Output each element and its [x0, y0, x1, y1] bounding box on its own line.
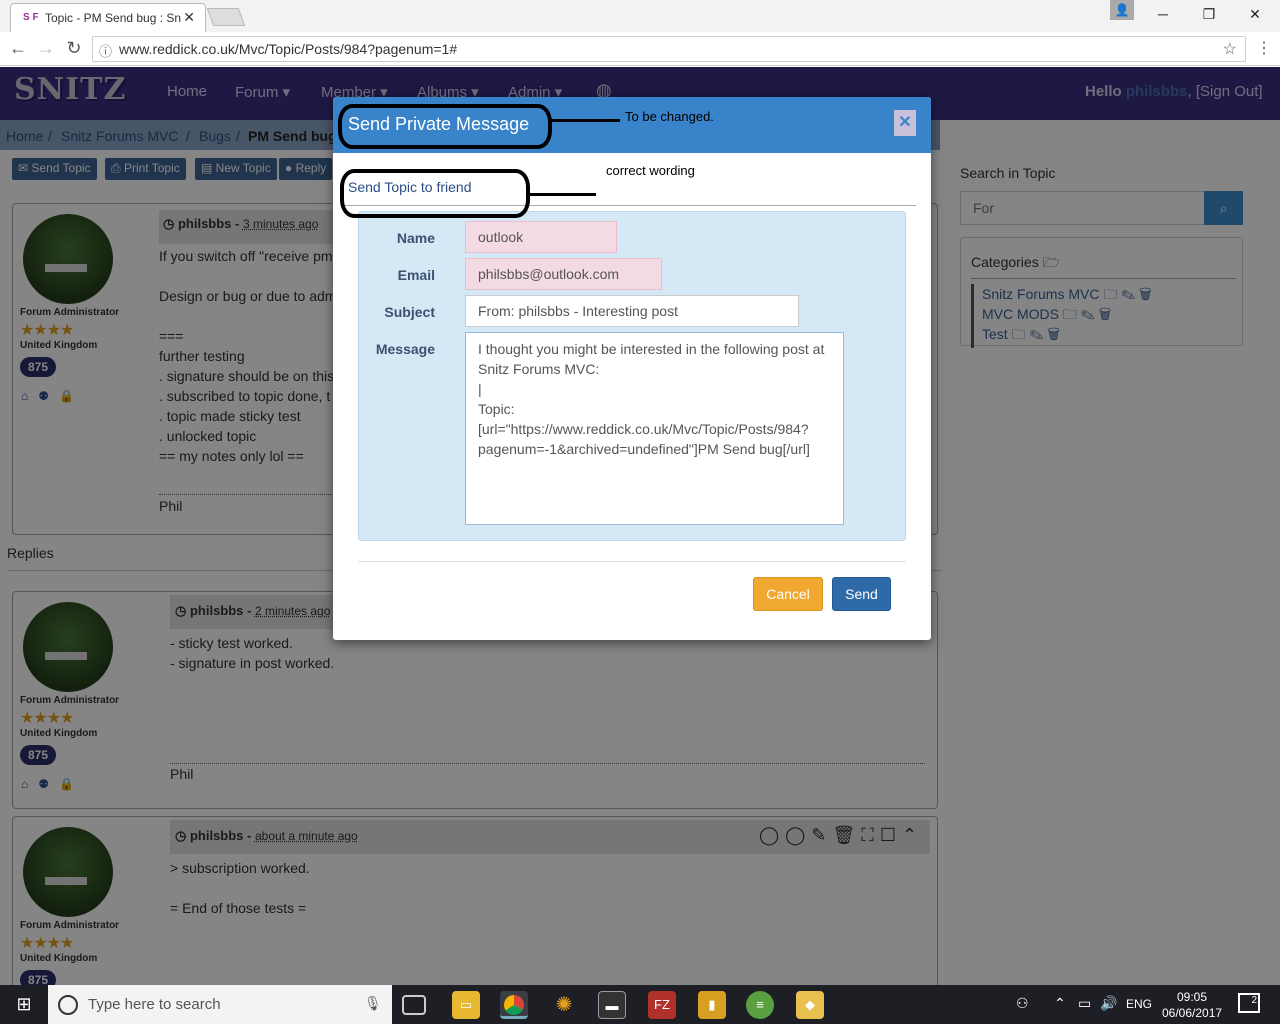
annotation-oval	[340, 169, 530, 218]
clock-date: 06/06/2017	[1162, 1006, 1223, 1020]
database-icon[interactable]: ≡	[746, 991, 774, 1019]
volume-icon[interactable]: 🔊	[1100, 995, 1117, 1012]
restore-button[interactable]: ❐	[1186, 0, 1232, 28]
tab-title: Topic - PM Send bug : Sn	[45, 11, 182, 25]
reload-icon[interactable]: ↻	[62, 38, 86, 59]
archive-icon[interactable]: ▮	[698, 991, 726, 1019]
bookmark-star-icon[interactable]: ☆	[1223, 39, 1237, 59]
notifications-icon[interactable]: 2	[1238, 993, 1260, 1013]
close-window-button[interactable]: ✕	[1232, 0, 1278, 28]
name-label: Name	[396, 230, 435, 246]
cancel-button[interactable]: Cancel	[753, 577, 823, 611]
name-field[interactable]: outlook	[465, 221, 617, 253]
language-indicator[interactable]: ENG	[1126, 997, 1152, 1011]
browser-menu-icon[interactable]: ⋮	[1256, 38, 1272, 58]
windows-taskbar: ⊞ Type here to search 🎙 ▭ ✺ ▬ FZ ▮ ≡ ◆ ⚇…	[0, 985, 1280, 1024]
filezilla-icon[interactable]: FZ	[648, 991, 676, 1019]
microphone-icon[interactable]: 🎙	[364, 995, 382, 1012]
taskbar-search-input: Type here to search	[88, 996, 221, 1013]
app-icon[interactable]: ✺	[550, 991, 578, 1019]
clock-time: 09:05	[1176, 990, 1208, 1004]
chrome-icon[interactable]	[500, 991, 528, 1019]
url-input[interactable]: ⓘ www.reddick.co.uk/Mvc/Topic/Posts/984?…	[92, 36, 1246, 62]
app-icon[interactable]: ◆	[796, 991, 824, 1019]
back-icon[interactable]: ←	[6, 38, 30, 59]
annotation-line	[550, 119, 620, 122]
chevron-up-icon[interactable]: ⌃	[1054, 995, 1066, 1012]
address-bar-row: ← → ↻ ⓘ www.reddick.co.uk/Mvc/Topic/Post…	[0, 32, 1280, 66]
site-favicon-icon: S F	[23, 12, 39, 23]
terminal-icon[interactable]: ▬	[598, 991, 626, 1019]
browser-tab[interactable]: S F Topic - PM Send bug : Sn ✕	[10, 3, 206, 32]
taskbar-clock[interactable]: 09:05 06/06/2017	[1162, 989, 1222, 1021]
file-explorer-icon[interactable]: ▭	[452, 991, 480, 1019]
message-textarea[interactable]: I thought you might be interested in the…	[465, 332, 844, 525]
message-label: Message	[375, 341, 435, 357]
profile-icon[interactable]: 👤	[1110, 0, 1134, 20]
email-field[interactable]: philsbbs@outlook.com	[465, 258, 662, 290]
forward-icon[interactable]: →	[34, 38, 58, 59]
minimize-button[interactable]: ─	[1140, 0, 1186, 28]
new-tab-button[interactable]	[206, 8, 246, 26]
email-label: Email	[397, 267, 435, 283]
subject-field[interactable]: From: philsbbs - Interesting post	[465, 295, 799, 327]
subject-label: Subject	[384, 304, 435, 320]
annotation-oval	[338, 104, 552, 149]
cortana-icon	[58, 995, 78, 1015]
taskbar-search[interactable]: Type here to search 🎙	[48, 985, 392, 1024]
close-icon[interactable]: ✕	[894, 110, 916, 136]
annotation-note: To be changed.	[625, 109, 714, 124]
browser-tab-bar: S F Topic - PM Send bug : Sn ✕ 👤 ─ ❐ ✕	[0, 0, 1280, 32]
windows-start-icon[interactable]: ⊞	[0, 985, 48, 1024]
annotation-note: correct wording	[606, 163, 695, 178]
info-icon[interactable]: ⓘ	[99, 41, 112, 60]
annotation-line	[528, 193, 596, 196]
url-text: www.reddick.co.uk/Mvc/Topic/Posts/984?pa…	[119, 41, 458, 57]
network-icon[interactable]: ▭	[1078, 995, 1091, 1012]
people-icon[interactable]: ⚇	[1016, 995, 1029, 1012]
send-button[interactable]: Send	[832, 577, 891, 611]
task-view-icon[interactable]	[402, 995, 426, 1015]
close-tab-icon[interactable]: ✕	[183, 9, 195, 26]
